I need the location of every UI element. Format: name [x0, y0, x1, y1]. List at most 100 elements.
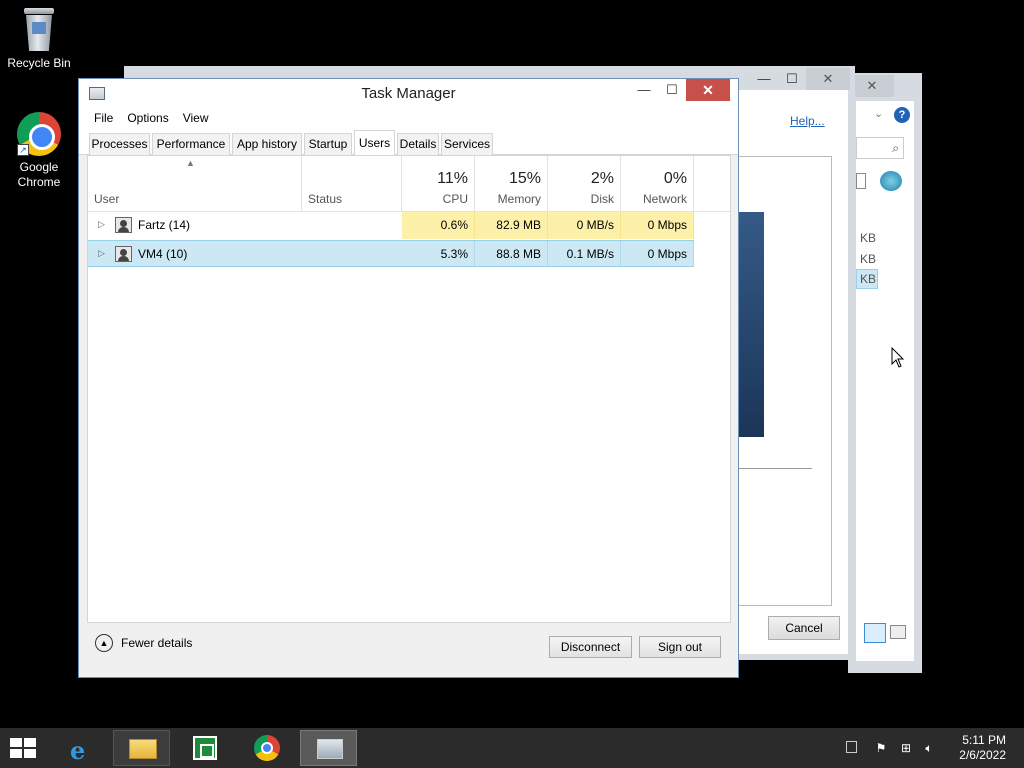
header-network[interactable]: 0% Network	[621, 156, 694, 212]
search-icon: ⌕	[892, 141, 899, 155]
shortcut-arrow-icon: ↗	[17, 144, 29, 156]
sign-out-button[interactable]: Sign out	[639, 636, 721, 658]
settings-minimize-button[interactable]: —	[750, 68, 778, 90]
header-cpu[interactable]: 11% CPU	[402, 156, 475, 212]
size-value-2: KB	[860, 252, 877, 266]
table-row[interactable]: ▷ Fartz (14) 0.6% 82.9 MB 0 MB/s 0 Mbps	[88, 212, 694, 239]
preview-divider	[738, 468, 812, 469]
help-link[interactable]: Help...	[790, 114, 825, 128]
network-icon[interactable]: ⊞	[899, 741, 913, 755]
tab-services[interactable]: Services	[441, 133, 493, 155]
user-name: Fartz (14)	[138, 218, 191, 232]
cpu-value: 5.3%	[402, 241, 475, 266]
cancel-button[interactable]: Cancel	[768, 616, 840, 640]
settings-maximize-button[interactable]: ☐	[778, 68, 806, 90]
tab-strip: Processes Performance App history Startu…	[79, 129, 738, 156]
tab-processes[interactable]: Processes	[89, 133, 150, 155]
size-value-3: KB	[856, 269, 878, 289]
help-icon[interactable]: ?	[894, 107, 910, 123]
memory-total-pct: 15%	[508, 170, 541, 187]
user-name: VM4 (10)	[138, 247, 188, 261]
explorer-chevron-icon[interactable]: ⌄	[874, 107, 883, 120]
explorer-close-button[interactable]: ✕	[850, 75, 894, 97]
disk-total-pct: 2%	[590, 170, 614, 187]
disk-value: 0 MB/s	[548, 212, 621, 239]
fewer-details-label: Fewer details	[121, 636, 193, 650]
clock-date: 2/6/2022	[959, 748, 1006, 762]
show-desktop-icon[interactable]	[846, 741, 857, 753]
taskbar-store[interactable]	[176, 730, 233, 766]
close-button[interactable]: ✕	[686, 79, 730, 101]
settings-inner-panel	[738, 156, 832, 606]
chrome-icon	[254, 735, 280, 761]
taskbar-internet-explorer[interactable]: e	[52, 730, 109, 766]
recycle-bin-desktop-icon[interactable]: Recycle Bin	[1, 8, 77, 71]
internet-explorer-icon: e	[70, 736, 86, 765]
folder-icon	[129, 739, 157, 759]
settings-close-button[interactable]: ✕	[806, 68, 850, 90]
tab-users[interactable]: Users	[354, 130, 395, 156]
mouse-cursor-icon	[891, 347, 905, 368]
expand-arrow-icon[interactable]: ▷	[98, 219, 105, 230]
thumbnails-view-button[interactable]	[890, 625, 906, 639]
header-disk[interactable]: 2% Disk	[548, 156, 621, 212]
network-value: 0 Mbps	[621, 212, 694, 239]
table-row[interactable]: ▷ VM4 (10) 5.3% 88.8 MB 0.1 MB/s 0 Mbps	[88, 240, 694, 267]
action-center-flag-icon[interactable]: ⚑	[874, 741, 888, 755]
taskbar-task-manager[interactable]	[300, 730, 357, 766]
cpu-value: 0.6%	[402, 212, 475, 239]
network-value: 0 Mbps	[621, 241, 694, 266]
explorer-search-box[interactable]: ⌕	[856, 137, 904, 159]
user-icon	[115, 246, 132, 262]
tab-app-history[interactable]: App history	[232, 133, 302, 155]
disk-value: 0.1 MB/s	[548, 241, 621, 266]
fewer-details-toggle[interactable]: ▲ Fewer details	[95, 634, 192, 652]
maximize-button[interactable]: ☐	[658, 79, 686, 101]
recycle-bin-label: Recycle Bin	[7, 56, 71, 70]
minimize-button[interactable]: —	[630, 79, 658, 101]
chrome-icon: ↗	[17, 112, 61, 156]
taskbar-file-explorer[interactable]	[113, 730, 170, 766]
clock-time: 5:11 PM	[962, 733, 1006, 747]
recycle-bin-icon	[22, 8, 56, 52]
preview-image	[738, 212, 764, 437]
taskbar: e ⚑ ⊞ 🔈︎ 5:11 PM 2/6/2022	[0, 728, 1024, 768]
header-memory[interactable]: 15% Memory	[475, 156, 548, 212]
explorer-content: ⌄ ? ⌕ KB KB KB	[856, 101, 914, 661]
details-view-button[interactable]	[864, 623, 886, 643]
chrome-desktop-shortcut[interactable]: ↗ Google Chrome	[1, 112, 77, 190]
task-manager-window[interactable]: Task Manager — ☐ ✕ File Options View Pro…	[78, 78, 739, 678]
expand-arrow-icon[interactable]: ▷	[98, 248, 105, 259]
sort-ascending-icon: ▲	[186, 158, 195, 168]
volume-icon[interactable]: 🔈︎	[922, 741, 936, 755]
header-status[interactable]: Status	[302, 156, 402, 212]
tab-details[interactable]: Details	[397, 133, 439, 155]
view-toggle-icon[interactable]	[856, 173, 866, 189]
explorer-window[interactable]: ✕ ⌄ ? ⌕ KB KB KB	[848, 73, 922, 673]
chrome-label: Google Chrome	[17, 160, 61, 189]
globe-icon	[880, 171, 902, 191]
network-total-pct: 0%	[663, 170, 687, 187]
memory-value: 82.9 MB	[475, 212, 548, 239]
size-value-1: KB	[860, 231, 877, 245]
chevron-up-icon: ▲	[95, 634, 113, 652]
users-panel: ▲ User Status 11% CPU 15% Memory 2% Disk…	[87, 155, 731, 623]
memory-value: 88.8 MB	[475, 241, 548, 266]
header-user[interactable]: ▲ User	[88, 156, 302, 212]
clock[interactable]: 5:11 PM 2/6/2022	[959, 733, 1006, 763]
footer: ▲ Fewer details Disconnect Sign out	[79, 622, 738, 677]
user-icon	[115, 217, 132, 233]
title-bar[interactable]: Task Manager — ☐ ✕	[79, 79, 738, 107]
disconnect-button[interactable]: Disconnect	[549, 636, 632, 658]
start-button[interactable]	[10, 738, 38, 758]
cpu-total-pct: 11%	[437, 170, 468, 187]
menu-view[interactable]: View	[176, 107, 216, 129]
menu-bar: File Options View	[79, 107, 738, 129]
settings-content: Help... Cancel	[738, 90, 848, 654]
menu-file[interactable]: File	[87, 107, 120, 129]
task-manager-icon	[317, 739, 343, 759]
tab-performance[interactable]: Performance	[152, 133, 230, 155]
taskbar-chrome[interactable]	[238, 730, 295, 766]
tab-startup[interactable]: Startup	[304, 133, 352, 155]
menu-options[interactable]: Options	[120, 107, 175, 129]
